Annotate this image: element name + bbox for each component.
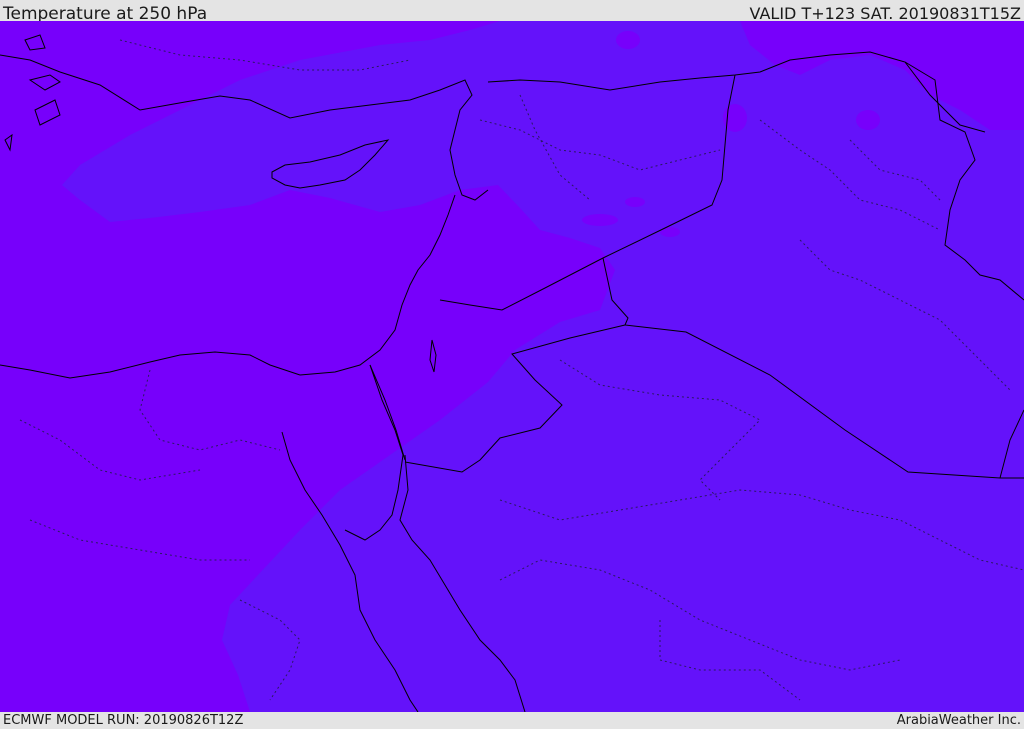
warm-pocket-small: [625, 197, 645, 207]
credit-label: ArabiaWeather Inc.: [896, 713, 1021, 728]
warm-pocket-iraq: [856, 110, 880, 130]
weather-map: [0, 21, 1024, 712]
header-bar: Temperature at 250 hPa VALID T+123 SAT. …: [0, 0, 1024, 24]
footer-bar: ECMWF MODEL RUN: 20190826T12Z ArabiaWeat…: [0, 712, 1024, 729]
warm-pocket-turkey: [616, 31, 640, 49]
map-canvas: [0, 21, 1024, 712]
warm-pocket-jordan: [582, 214, 618, 226]
model-run-label: ECMWF MODEL RUN: 20190826T12Z: [3, 713, 244, 728]
